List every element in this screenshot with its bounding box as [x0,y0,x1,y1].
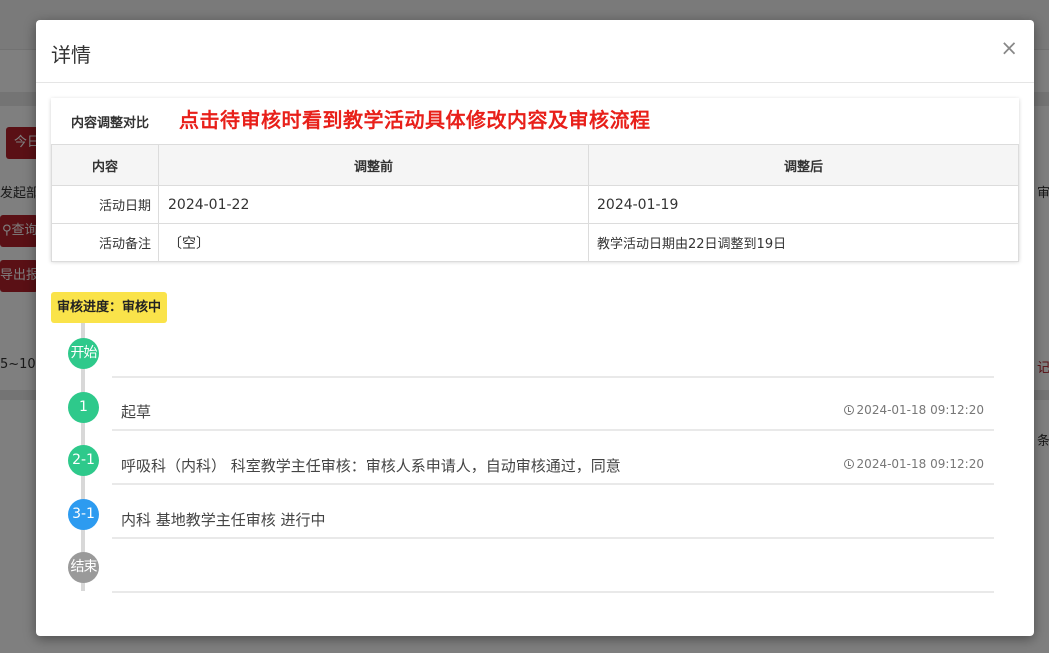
timeline-step-time: 2024-01-18 09:12:20 [843,457,984,471]
timeline-node-start: 开始 [68,338,99,369]
timeline-row-3-1: 内科 基地教学主任审核 进行中 [112,499,994,539]
table-row: 活动备注 〔空〕 教学活动日期由22日调整到19日 [51,223,1019,262]
compare-table: 内容 调整前 调整后 活动日期 2024-01-22 2024-01-19 活动… [51,144,1019,262]
detail-modal: 详情 × 内容调整对比 点击待审核时看到教学活动具体修改内容及审核流程 内容 调… [36,20,1034,636]
before-value: 〔空〕 [158,223,589,262]
timeline-node-end: 结束 [68,552,99,583]
modal-header: 详情 × [36,20,1034,83]
row-label: 活动备注 [51,223,159,262]
timeline-node-3-1: 3-1 [68,499,99,530]
compare-panel: 内容调整对比 点击待审核时看到教学活动具体修改内容及审核流程 内容 调整前 调整… [51,98,1019,262]
before-value: 2024-01-22 [158,185,589,224]
progress-badge: 审核进度：审核中 [51,292,168,323]
after-value: 2024-01-19 [588,185,1019,224]
timeline-row-1: 起草 2024-01-18 09:12:20 [112,392,994,431]
timeline-step-text: 起草 [121,403,152,421]
row-label: 活动日期 [51,185,159,224]
column-header-before: 调整前 [158,144,589,186]
table-header-row: 内容 调整前 调整后 [51,144,1019,186]
timeline-row-2-1: 呼吸科（内科） 科室教学主任审核：审核人系申请人，自动审核通过，同意 2024-… [112,445,994,485]
timeline-step-text: 呼吸科（内科） 科室教学主任审核：审核人系申请人，自动审核通过，同意 [121,457,621,475]
timeline-row-end [112,553,994,593]
table-row: 活动日期 2024-01-22 2024-01-19 [51,185,1019,224]
annotation-text: 点击待审核时看到教学活动具体修改内容及审核流程 [179,108,651,132]
column-header-after: 调整后 [588,144,1019,186]
close-icon[interactable]: × [1000,36,1018,60]
timeline-time-value: 2024-01-18 09:12:20 [856,457,984,471]
compare-panel-header: 内容调整对比 点击待审核时看到教学活动具体修改内容及审核流程 [51,98,1019,144]
modal-title: 详情 [51,43,91,67]
column-header-content: 内容 [51,144,159,186]
timeline-step-text: 内科 基地教学主任审核 进行中 [121,511,326,529]
clock-icon [843,459,854,469]
timeline-node-1: 1 [68,392,99,423]
timeline-row-start [112,340,994,378]
compare-title: 内容调整对比 [71,116,150,131]
clock-icon [843,405,854,415]
after-value: 教学活动日期由22日调整到19日 [588,223,1019,262]
timeline-step-time: 2024-01-18 09:12:20 [843,403,984,417]
timeline-node-2-1: 2-1 [68,445,99,476]
timeline-time-value: 2024-01-18 09:12:20 [856,403,984,417]
